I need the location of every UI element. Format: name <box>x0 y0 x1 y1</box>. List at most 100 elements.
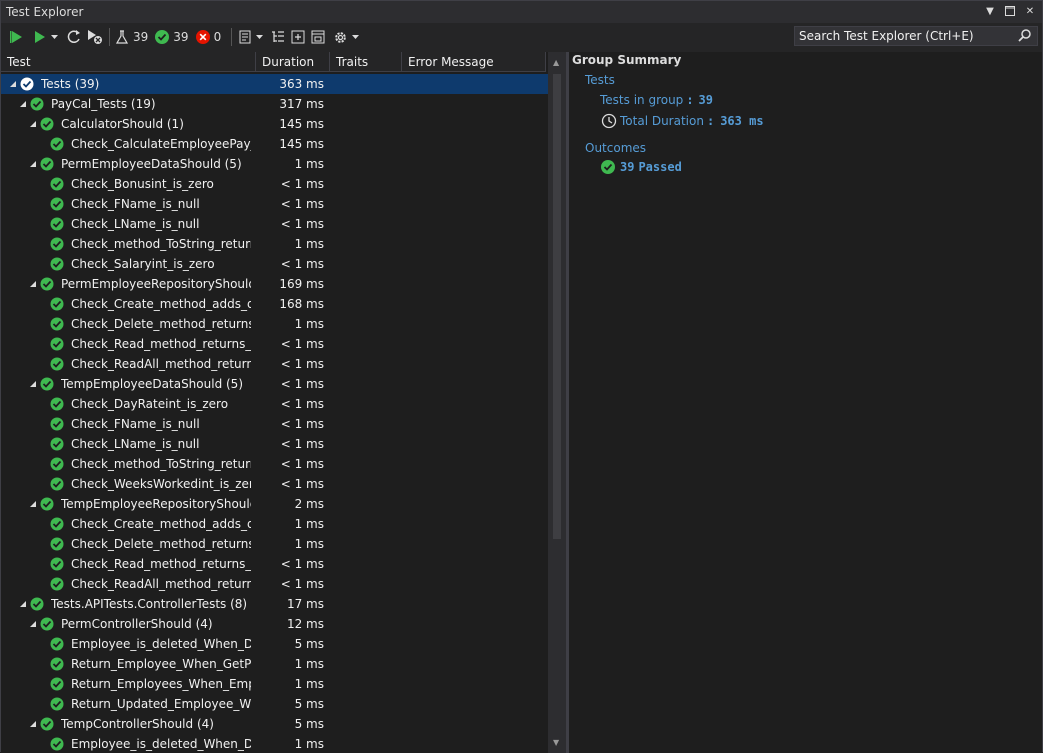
test-row[interactable]: Check_ReadAll_method_returns... < 1 ms <box>1 574 548 594</box>
expand-arrow-icon[interactable] <box>8 79 18 89</box>
playlist-dropdown-icon[interactable] <box>254 26 264 48</box>
test-group-row[interactable]: PayCal_Tests (19) 317 ms <box>1 94 548 114</box>
outcomes-label: Outcomes <box>585 141 647 155</box>
passed-check-icon <box>40 117 54 131</box>
test-row[interactable]: Check_Read_method_returns_al... < 1 ms <box>1 334 548 354</box>
test-group-row[interactable]: PermControllerShould (4) 12 ms <box>1 614 548 634</box>
test-row[interactable]: Check_Salaryint_is_zero < 1 ms <box>1 254 548 274</box>
column-test[interactable]: Test <box>1 52 256 72</box>
settings-dropdown-icon[interactable] <box>350 26 360 48</box>
test-row[interactable]: Return_Employee_When_GetPer... 1 ms <box>1 654 548 674</box>
group-by-icon[interactable] <box>268 26 288 48</box>
test-row[interactable]: Check_Delete_method_returns_... 1 ms <box>1 314 548 334</box>
maximize-icon[interactable] <box>1004 4 1016 18</box>
test-row[interactable]: Check_method_ToString_return... < 1 ms <box>1 454 548 474</box>
scrollbar-thumb[interactable] <box>553 74 561 539</box>
playlist-icon[interactable] <box>236 26 254 48</box>
test-row[interactable]: Check_FName_is_null < 1 ms <box>1 414 548 434</box>
column-error-message[interactable]: Error Message <box>402 52 546 72</box>
test-list-pane: Test Duration Traits Error Message Tests… <box>1 52 566 753</box>
passed-check-icon <box>50 457 64 471</box>
test-row[interactable]: Check_Create_method_adds_da... 168 ms <box>1 294 548 314</box>
expand-arrow-icon[interactable] <box>18 599 28 609</box>
passed-check-icon <box>50 657 64 671</box>
expand-all-icon[interactable] <box>288 26 308 48</box>
expand-arrow-icon[interactable] <box>28 379 38 389</box>
test-row[interactable]: Return_Employees_When_Empl... 1 ms <box>1 674 548 694</box>
test-row[interactable]: Check_Read_method_returns_al... < 1 ms <box>1 554 548 574</box>
test-name: Check_ReadAll_method_returns... <box>71 577 251 591</box>
test-name: Tests (39) <box>41 77 100 91</box>
test-group-row[interactable]: CalculatorShould (1) 145 ms <box>1 114 548 134</box>
run-failed-tests-icon[interactable] <box>85 26 105 48</box>
expand-arrow-icon[interactable] <box>28 279 38 289</box>
test-duration: < 1 ms <box>280 457 324 471</box>
expand-arrow-icon[interactable] <box>28 159 38 169</box>
run-all-icon[interactable] <box>7 26 27 48</box>
test-duration: 5 ms <box>294 697 324 711</box>
scroll-up-icon[interactable]: ▲ <box>553 58 559 67</box>
test-group-row[interactable]: PermEmployeeRepositoryShould (... 169 ms <box>1 274 548 294</box>
passed-check-icon <box>50 537 64 551</box>
test-name: Return_Updated_Employee_Wh... <box>71 697 251 711</box>
failed-tests-count: 0 <box>213 30 222 44</box>
column-duration[interactable]: Duration <box>256 52 330 72</box>
test-row[interactable]: Return_Updated_Employee_Wh... 5 ms <box>1 694 548 714</box>
test-group-row[interactable]: Tests.APITests.ControllerTests (8) 17 ms <box>1 594 548 614</box>
search-icon[interactable] <box>1017 28 1033 44</box>
test-duration: < 1 ms <box>280 197 324 211</box>
expand-arrow-icon[interactable] <box>28 499 38 509</box>
passed-icon <box>601 160 615 174</box>
window-position-dropdown-icon[interactable]: ▼ <box>984 4 996 18</box>
outcome-passed[interactable]: 39 Passed <box>601 160 682 174</box>
close-icon[interactable]: ✕ <box>1024 4 1036 18</box>
passed-check-icon <box>50 697 64 711</box>
test-name: Employee_is_deleted_When_De... <box>71 637 251 651</box>
total-duration-label: Total Duration <box>620 114 704 128</box>
run-icon[interactable] <box>31 26 49 48</box>
test-row[interactable]: Check_Delete_method_returns_... 1 ms <box>1 534 548 554</box>
test-group-row[interactable]: TempControllerShould (4) 5 ms <box>1 714 548 734</box>
test-name: PermEmployeeRepositoryShould (... <box>61 277 251 291</box>
settings-gear-icon[interactable] <box>330 26 350 48</box>
passed-check-icon <box>50 197 64 211</box>
test-group-row[interactable]: Tests (39) 363 ms <box>1 74 548 94</box>
test-group-row[interactable]: PermEmployeeDataShould (5) 1 ms <box>1 154 548 174</box>
expand-arrow-icon[interactable] <box>28 119 38 129</box>
test-name: Check_method_ToString_return... <box>71 457 251 471</box>
repeat-last-run-icon[interactable] <box>63 26 85 48</box>
test-duration: 145 ms <box>279 137 324 151</box>
expand-arrow-icon[interactable] <box>28 719 38 729</box>
passed-tests-icon[interactable] <box>154 26 170 48</box>
test-row[interactable]: Check_LName_is_null < 1 ms <box>1 434 548 454</box>
failed-tests-icon[interactable] <box>195 26 211 48</box>
passed-check-icon <box>40 617 54 631</box>
test-row[interactable]: Check_DayRateint_is_zero < 1 ms <box>1 394 548 414</box>
expand-arrow-icon[interactable] <box>28 619 38 629</box>
test-row[interactable]: Check_LName_is_null < 1 ms <box>1 214 548 234</box>
test-row[interactable]: Check_method_ToString_return... 1 ms <box>1 234 548 254</box>
test-group-row[interactable]: TempEmployeeDataShould (5) < 1 ms <box>1 374 548 394</box>
column-traits[interactable]: Traits <box>330 52 402 72</box>
test-row[interactable]: Check_Create_method_adds_da... 1 ms <box>1 514 548 534</box>
search-input[interactable]: Search Test Explorer (Ctrl+E) <box>794 26 1038 46</box>
passed-label: Passed <box>638 160 682 174</box>
test-row[interactable]: Check_ReadAll_method_returns... < 1 ms <box>1 354 548 374</box>
test-row[interactable]: Check_Bonusint_is_zero < 1 ms <box>1 174 548 194</box>
passed-check-icon <box>40 717 54 731</box>
passed-check-icon <box>40 157 54 171</box>
vertical-scrollbar[interactable]: ▲ ▼ <box>548 52 566 753</box>
expand-arrow-icon[interactable] <box>18 99 28 109</box>
total-tests-flask-icon[interactable] <box>114 26 130 48</box>
test-row[interactable]: Employee_is_deleted_When_De... 1 ms <box>1 734 548 753</box>
group-name-link[interactable]: Tests <box>585 73 615 87</box>
test-row[interactable]: Check_FName_is_null < 1 ms <box>1 194 548 214</box>
test-row[interactable]: Employee_is_deleted_When_De... 5 ms <box>1 634 548 654</box>
test-row[interactable]: Check_CalculateEmployeePay_... 145 ms <box>1 134 548 154</box>
test-duration: 1 ms <box>294 657 324 671</box>
collapse-all-icon[interactable] <box>308 26 328 48</box>
run-dropdown-icon[interactable] <box>49 26 59 48</box>
test-group-row[interactable]: TempEmployeeRepositoryShould ... 2 ms <box>1 494 548 514</box>
test-row[interactable]: Check_WeeksWorkedint_is_zero < 1 ms <box>1 474 548 494</box>
scroll-down-icon[interactable]: ▼ <box>553 738 559 747</box>
